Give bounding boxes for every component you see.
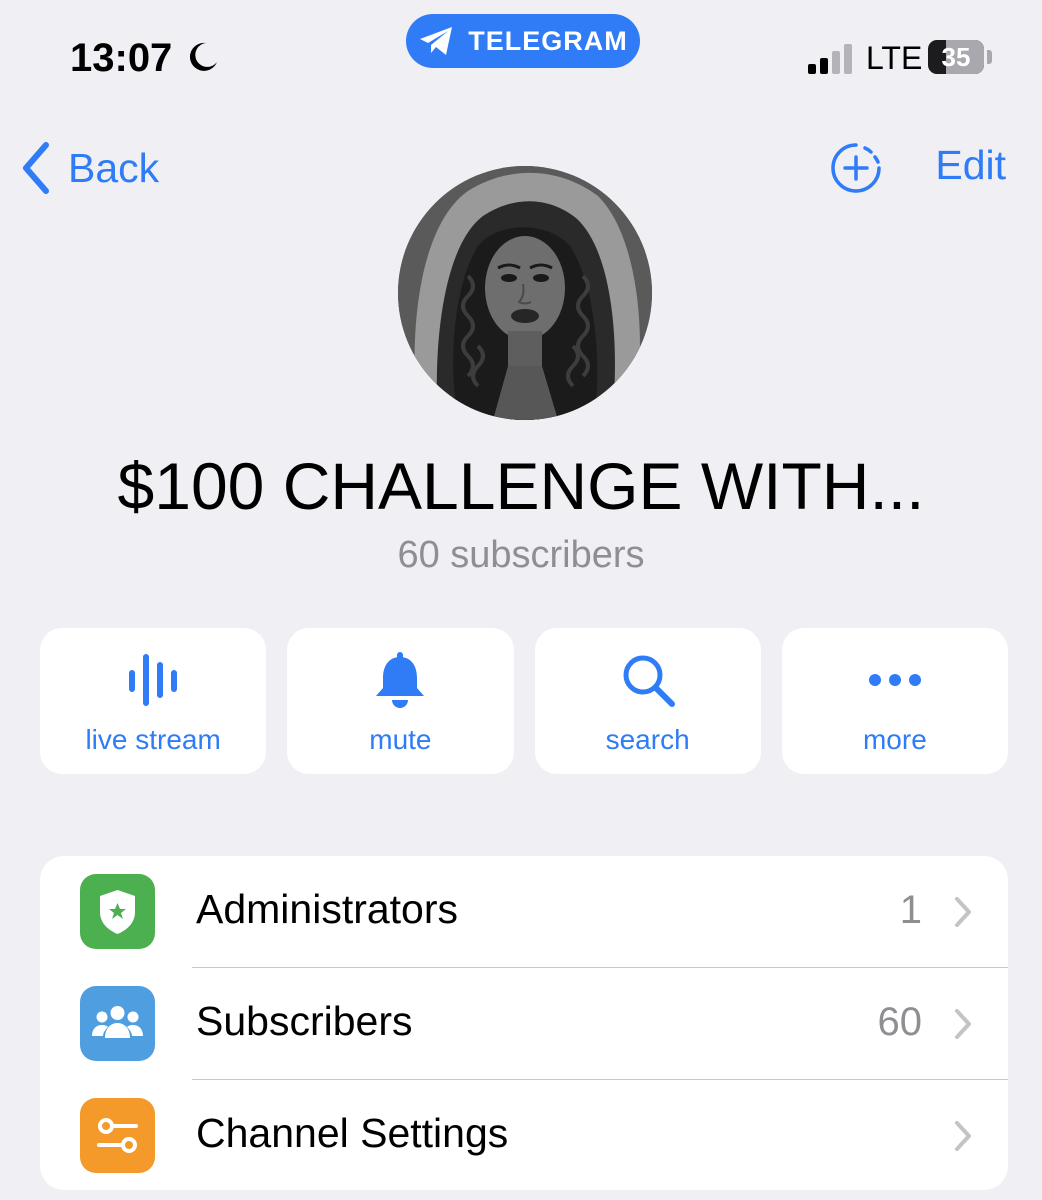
- battery-level: 35: [941, 42, 971, 72]
- app-pill-label: TELEGRAM: [468, 25, 628, 56]
- moon-icon: [189, 42, 217, 71]
- bell-icon: [376, 652, 425, 708]
- subscribers-icon-tile: [80, 986, 155, 1061]
- administrators-label: Administrators: [196, 886, 459, 932]
- people-icon: [92, 1006, 143, 1038]
- battery-icon: 35: [928, 40, 984, 74]
- more-label: more: [862, 724, 927, 755]
- edit-button[interactable]: Edit: [935, 142, 1006, 189]
- administrators-icon-tile: [80, 874, 155, 949]
- magnifier-icon: [623, 655, 675, 707]
- channel-title: $100 CHALLENGE WITH...: [117, 449, 925, 523]
- live-stream-label: live stream: [85, 724, 221, 755]
- add-story-icon[interactable]: [830, 142, 882, 194]
- ellipsis-icon: [868, 674, 921, 686]
- channel-settings-label: Channel Settings: [196, 1110, 509, 1156]
- status-bar: 13:07 TELEGRAM LTE 35: [0, 0, 1042, 110]
- back-label: Back: [68, 144, 160, 191]
- back-button[interactable]: Back: [20, 140, 159, 196]
- network-type: LTE: [866, 40, 923, 76]
- battery-nub: [987, 50, 992, 64]
- telegram-plane-icon: [420, 27, 453, 55]
- mute-button[interactable]: mute: [287, 628, 514, 774]
- shield-icon: [100, 890, 135, 934]
- subscribers-label: Subscribers: [196, 998, 413, 1044]
- waveform-icon: [129, 654, 178, 706]
- chevron-right-icon: [955, 1121, 971, 1151]
- channel-management-list: Administrators 1 Subscribers 60 Channel …: [40, 856, 1008, 1190]
- subscribers-row[interactable]: Subscribers 60: [40, 968, 1008, 1079]
- subscriber-count: 60 subscribers: [397, 534, 645, 576]
- channel-avatar[interactable]: [398, 166, 652, 420]
- return-to-app-pill[interactable]: TELEGRAM: [406, 14, 640, 68]
- subscribers-count-value: 60: [877, 1000, 923, 1044]
- avatar-portrait-image: [398, 166, 652, 420]
- action-button-row: live stream mute search more: [40, 628, 1008, 774]
- channel-settings-icon-tile: [80, 1098, 155, 1173]
- mute-label: mute: [369, 724, 432, 755]
- signal-strength-icon: [808, 44, 852, 74]
- channel-settings-row[interactable]: Channel Settings: [40, 1080, 1008, 1190]
- search-button[interactable]: search: [534, 628, 761, 774]
- live-stream-button[interactable]: live stream: [40, 628, 267, 774]
- more-button[interactable]: more: [781, 628, 1008, 774]
- chevron-left-icon: [23, 142, 49, 194]
- search-label: search: [605, 724, 690, 755]
- status-time: 13:07: [70, 36, 173, 80]
- sliders-icon: [97, 1118, 138, 1153]
- administrators-count: 1: [899, 888, 922, 932]
- chevron-right-icon: [955, 897, 971, 927]
- chevron-right-icon: [955, 1009, 971, 1039]
- administrators-row[interactable]: Administrators 1: [40, 856, 1008, 967]
